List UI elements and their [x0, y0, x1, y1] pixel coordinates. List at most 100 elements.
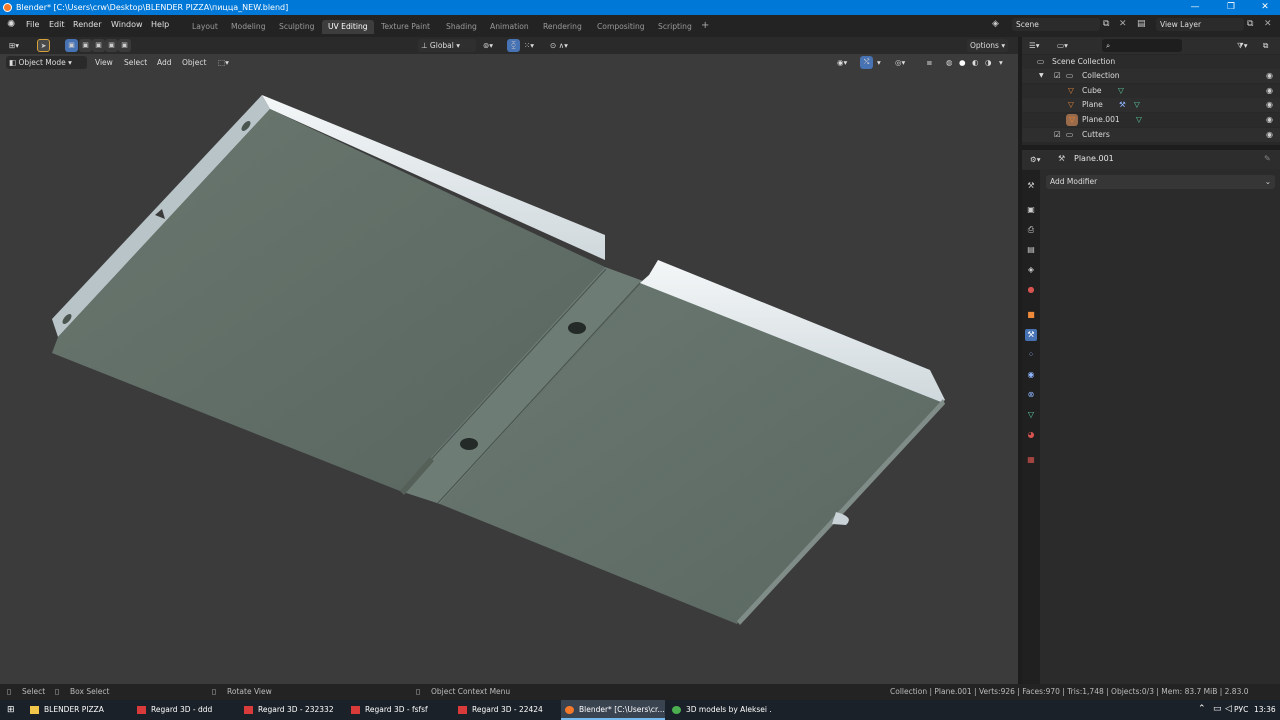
clock[interactable]: 13:36: [1254, 705, 1276, 714]
pivot-point-icon[interactable]: ⊚▾: [480, 39, 496, 52]
material-shading-icon[interactable]: ◐: [969, 56, 982, 69]
tab-compositing[interactable]: Compositing: [591, 20, 651, 34]
taskbar-item-chrome[interactable]: 3D models by Aleksei ...: [668, 700, 772, 720]
outliner-row-cutters[interactable]: ☑ ▭ Cutters ◉: [1022, 128, 1280, 142]
menu-edit[interactable]: Edit: [49, 20, 65, 29]
select-mode-new-icon[interactable]: ▣: [65, 39, 78, 52]
outliner-row-cube[interactable]: ▽ Cube ▽ ◉: [1022, 84, 1280, 98]
object-options-icon[interactable]: ⬚▾: [215, 56, 232, 69]
eye-icon[interactable]: ◉: [1266, 98, 1273, 112]
render-tab-icon[interactable]: ▣: [1025, 204, 1037, 216]
outliner-row-scene-collection[interactable]: ▭ Scene Collection: [1022, 55, 1280, 69]
select-mode-invert-icon[interactable]: ▣: [105, 39, 118, 52]
scene-selector[interactable]: Scene: [1012, 18, 1100, 31]
taskbar-item-regard-4[interactable]: Regard 3D - 22424: [454, 700, 558, 720]
gizmo-icon[interactable]: ⤭: [860, 56, 873, 69]
data-tab-icon[interactable]: ▽: [1025, 409, 1037, 421]
constraints-tab-icon[interactable]: ⊗: [1025, 389, 1037, 401]
filter-icon[interactable]: ⧩▾: [1234, 39, 1250, 52]
transform-orientation-dropdown[interactable]: ⊥ Global ▾: [418, 39, 476, 52]
windows-start-icon[interactable]: ⊞: [7, 705, 15, 715]
taskbar-item-regard-1[interactable]: Regard 3D - ddd: [133, 700, 237, 720]
wireframe-shading-icon[interactable]: ◍: [943, 56, 956, 69]
add-workspace-icon[interactable]: +: [701, 20, 709, 31]
checkbox-icon[interactable]: ☑: [1054, 128, 1061, 142]
menu-help[interactable]: Help: [151, 20, 169, 29]
view-layer-selector[interactable]: View Layer: [1156, 18, 1244, 31]
new-scene-icon[interactable]: ⧉: [1103, 19, 1109, 29]
xray-icon[interactable]: ⧈: [924, 56, 935, 69]
modifier-tab-icon[interactable]: ⚒: [1025, 329, 1037, 341]
menu-file[interactable]: File: [26, 20, 39, 29]
pin-icon[interactable]: ✎: [1264, 154, 1271, 163]
select-mode-extend-icon[interactable]: ▣: [79, 39, 92, 52]
eye-icon[interactable]: ◉: [1266, 113, 1273, 127]
network-icon[interactable]: ▭: [1213, 704, 1222, 714]
eye-icon[interactable]: ◉: [1266, 84, 1273, 98]
delete-scene-icon[interactable]: ✕: [1119, 19, 1127, 29]
solid-shading-icon[interactable]: ●: [956, 56, 969, 69]
tab-modeling[interactable]: Modeling: [225, 20, 272, 34]
world-tab-icon[interactable]: ●: [1025, 284, 1037, 296]
menu-window[interactable]: Window: [111, 20, 143, 29]
3d-viewport[interactable]: [0, 37, 1018, 684]
visibility-icon[interactable]: ◉▾: [834, 56, 850, 69]
taskbar-item-blender-pizza[interactable]: BLENDER PIZZA: [26, 700, 130, 720]
maximize-button[interactable]: ❐: [1214, 0, 1248, 15]
shading-dropdown-icon[interactable]: ▾: [996, 56, 1006, 69]
input-language[interactable]: РУС: [1234, 705, 1248, 714]
tab-animation[interactable]: Animation: [484, 20, 535, 34]
outliner-row-collection[interactable]: ▼ ☑ ▭ Collection ◉: [1022, 69, 1280, 83]
select-tool-icon[interactable]: ➤: [37, 39, 50, 52]
checkbox-icon[interactable]: ☑: [1054, 69, 1061, 83]
outliner-search-input[interactable]: ⌕: [1102, 39, 1182, 52]
outliner-row-plane[interactable]: ▽ Plane ⚒ ▽ ◉: [1022, 98, 1280, 112]
menu-select[interactable]: Select: [121, 56, 150, 69]
add-modifier-dropdown[interactable]: Add Modifier ⌄: [1046, 175, 1275, 189]
physics-tab-icon[interactable]: ◉: [1025, 369, 1037, 381]
view-layer-icon[interactable]: ▤: [1137, 19, 1146, 29]
new-collection-icon[interactable]: ⧉: [1260, 39, 1271, 52]
tab-sculpting[interactable]: Sculpting: [273, 20, 320, 34]
overlay-icon[interactable]: ◎▾: [892, 56, 908, 69]
new-view-layer-icon[interactable]: ⧉: [1247, 19, 1253, 29]
minimize-button[interactable]: —: [1178, 0, 1212, 15]
select-mode-intersect-icon[interactable]: ▣: [118, 39, 131, 52]
tool-tab-icon[interactable]: ⚒: [1025, 180, 1037, 192]
tab-scripting[interactable]: Scripting: [652, 20, 698, 34]
tab-texture-paint[interactable]: Texture Paint: [375, 20, 436, 34]
snap-icon[interactable]: ⧲: [507, 39, 520, 52]
snap-target-icon[interactable]: ⁙▾: [521, 39, 537, 52]
menu-view[interactable]: View: [92, 56, 116, 69]
rendered-shading-icon[interactable]: ◑: [982, 56, 995, 69]
options-dropdown[interactable]: Options ▾: [967, 39, 1009, 52]
menu-object[interactable]: Object: [179, 56, 209, 69]
particles-tab-icon[interactable]: ⁘: [1025, 349, 1037, 361]
eye-icon[interactable]: ◉: [1266, 69, 1273, 83]
properties-editor-icon[interactable]: ⚙▾: [1027, 153, 1044, 166]
tab-uv-editing[interactable]: UV Editing: [322, 20, 374, 34]
menu-render[interactable]: Render: [73, 20, 101, 29]
proportional-edit-icon[interactable]: ⊙ ∧▾: [547, 39, 571, 52]
taskbar-item-blender[interactable]: Blender* [C:\Users\cr...: [561, 700, 665, 720]
tray-chevron-icon[interactable]: ⌃: [1198, 704, 1206, 714]
tab-rendering[interactable]: Rendering: [537, 20, 588, 34]
mode-dropdown[interactable]: ◧ Object Mode ▾: [6, 56, 87, 69]
tab-shading[interactable]: Shading: [440, 20, 483, 34]
scene-icon[interactable]: ◈: [992, 19, 999, 29]
gizmo-dropdown-icon[interactable]: ▾: [874, 56, 884, 69]
view-layer-tab-icon[interactable]: ▤: [1025, 244, 1037, 256]
material-tab-icon[interactable]: ◕: [1025, 429, 1037, 441]
outliner-row-plane-001[interactable]: ▽ Plane.001 ▽ ◉: [1022, 113, 1280, 127]
expand-arrow-icon[interactable]: ▼: [1039, 69, 1044, 83]
select-mode-subtract-icon[interactable]: ▣: [92, 39, 105, 52]
editor-type-icon[interactable]: ⊞▾: [6, 39, 22, 52]
display-mode-icon[interactable]: ▭▾: [1054, 39, 1071, 52]
tab-layout[interactable]: Layout: [186, 20, 224, 34]
taskbar-item-regard-2[interactable]: Regard 3D - 232332: [240, 700, 344, 720]
output-tab-icon[interactable]: ⎙: [1025, 224, 1037, 236]
scene-tab-icon[interactable]: ◈: [1025, 264, 1037, 276]
volume-icon[interactable]: ◁: [1225, 704, 1232, 714]
outliner-editor-icon[interactable]: ☰▾: [1026, 39, 1043, 52]
delete-view-layer-icon[interactable]: ✕: [1264, 19, 1272, 29]
